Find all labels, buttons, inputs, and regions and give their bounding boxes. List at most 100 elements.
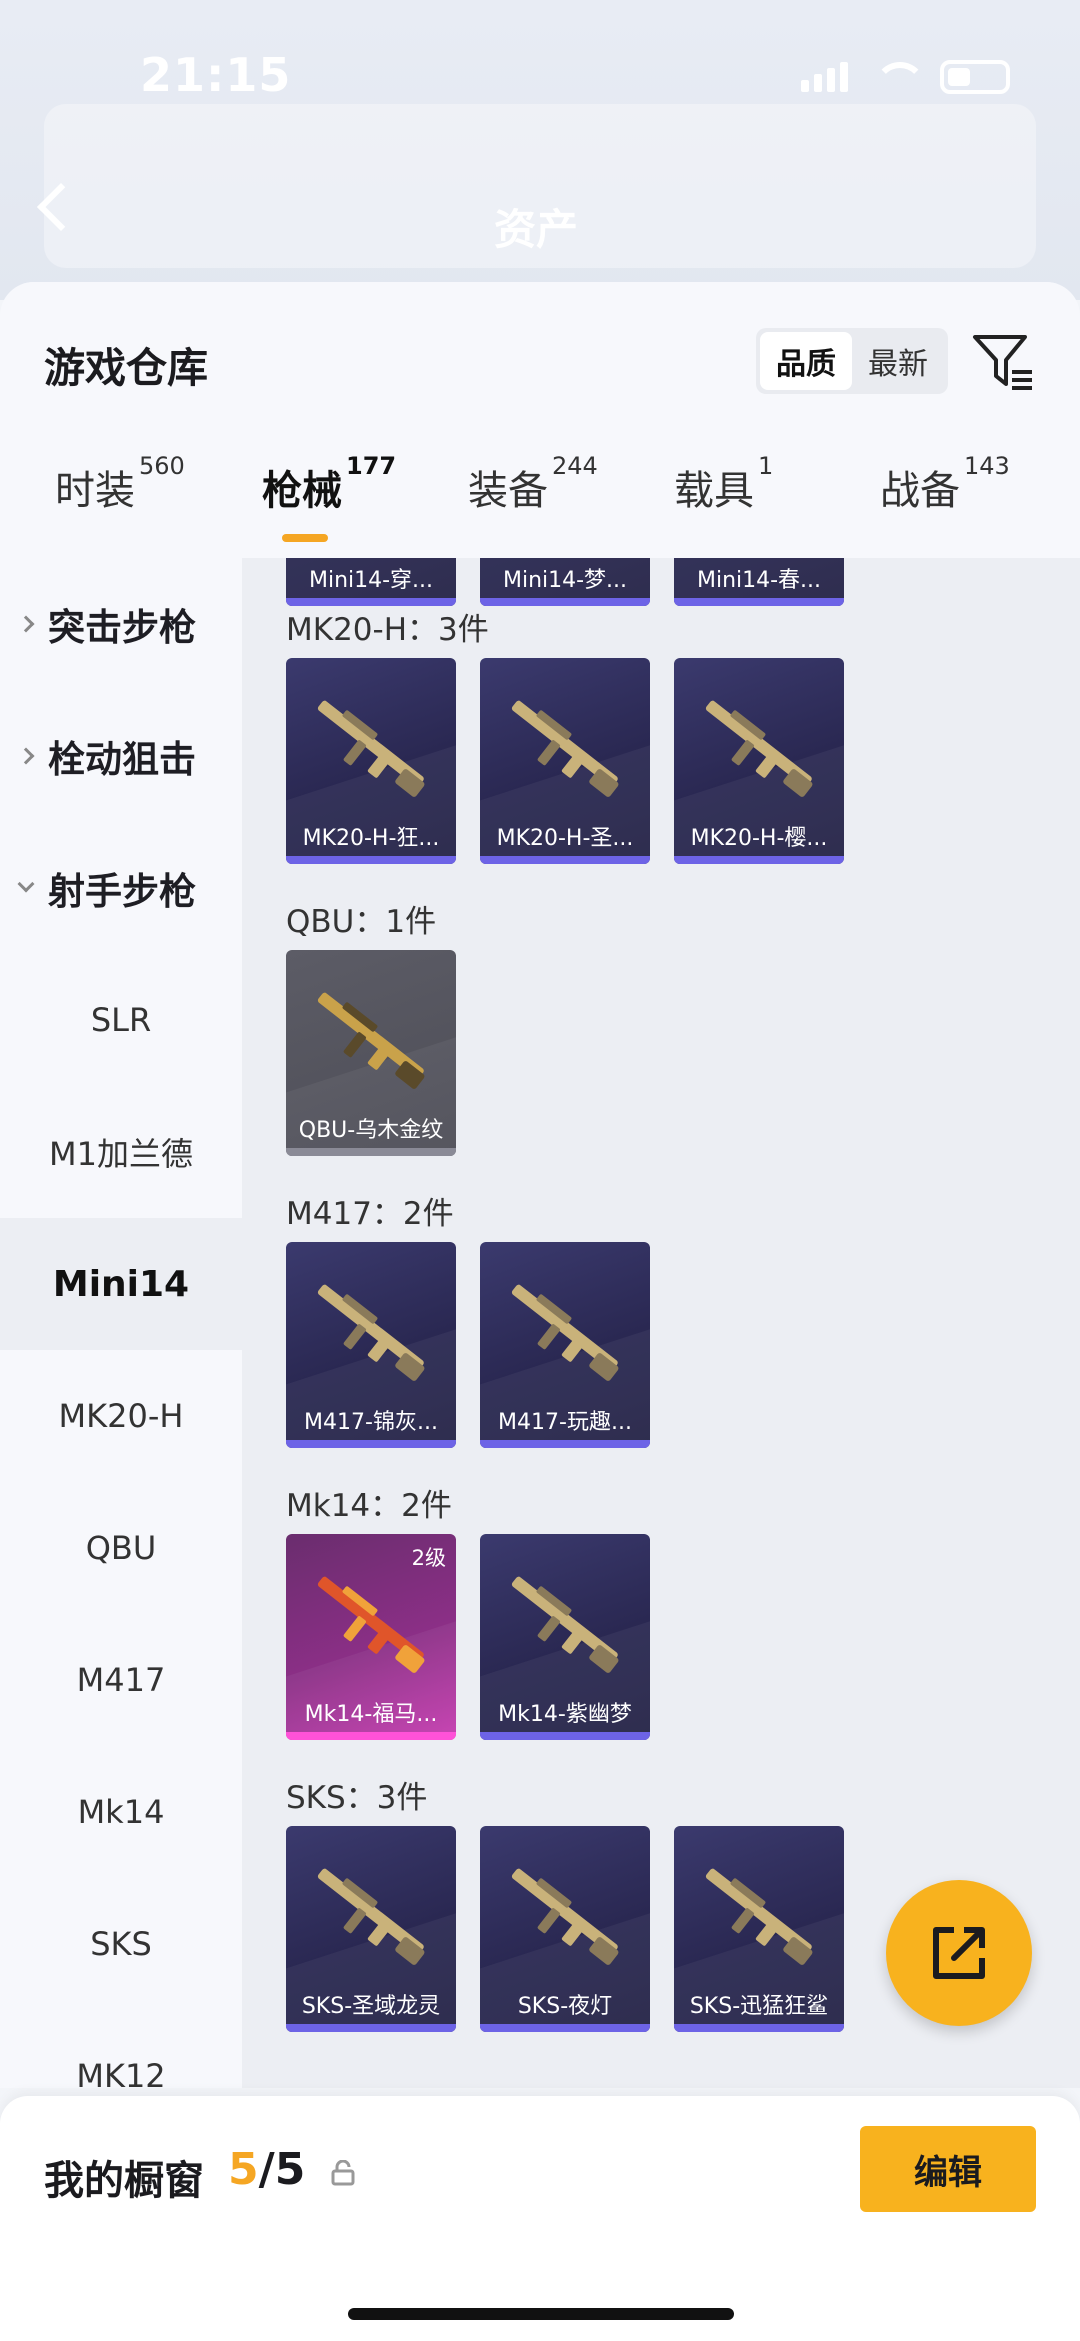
tab-combat-gear[interactable]: 战备143 <box>880 452 1010 516</box>
rarity-bar <box>286 856 456 864</box>
chevron-right-icon <box>17 747 35 765</box>
rifle-icon <box>511 1284 619 1381</box>
skin-name: MK20-H-狂... <box>302 826 440 851</box>
skin-name: Mini14-穿... <box>308 568 434 593</box>
rifle-icon <box>705 1868 813 1965</box>
skin-name: SKS-迅猛狂鲨 <box>689 1994 829 2019</box>
sidebar-group-bolt-snipers[interactable]: 栓动狙击 <box>0 690 242 822</box>
signal-icon <box>801 62 848 92</box>
tab-equipment[interactable]: 装备244 <box>468 452 598 516</box>
sidebar-item-slr[interactable]: SLR <box>0 954 242 1086</box>
category-tabs: 时装560 枪械177 装备244 载具1 战备143 <box>0 452 1080 558</box>
showcase-total: /5 <box>258 2144 306 2195</box>
rarity-bar <box>480 1732 650 1740</box>
sidebar-item-mini14[interactable]: Mini14 <box>0 1218 242 1350</box>
rarity-bar <box>674 598 844 606</box>
skin-tile[interactable]: MK20-H-圣... <box>480 658 650 864</box>
sidebar-item-m1-garand[interactable]: M1加兰德 <box>0 1086 242 1218</box>
weapon-skin-grid: Mini14-穿... Mini14-梦... Mini14-春... MK20… <box>242 558 1080 2088</box>
tab-count: 560 <box>139 452 185 480</box>
showcase-bar: 我的橱窗 5/5 编辑 <box>0 2096 1080 2341</box>
tab-label: 装备 <box>468 468 548 514</box>
rarity-bar <box>480 1440 650 1448</box>
sidebar-item-mk14[interactable]: Mk14 <box>0 1746 242 1878</box>
skin-tile[interactable]: MK20-H-樱... <box>674 658 844 864</box>
tab-label: 枪械 <box>262 468 342 514</box>
sidebar-group-label: 突击步枪 <box>48 606 196 649</box>
sidebar-item-m417[interactable]: M417 <box>0 1614 242 1746</box>
sort-option-quality[interactable]: 品质 <box>760 332 852 390</box>
filter-icon[interactable] <box>972 332 1034 392</box>
rarity-bar <box>480 856 650 864</box>
rarity-bar <box>286 1732 456 1740</box>
background-page-title: 资产 <box>494 205 579 254</box>
rifle-icon <box>317 1284 425 1381</box>
skin-tile[interactable]: Mini14-春... <box>674 558 844 606</box>
skin-tile[interactable]: SKS-迅猛狂鲨 <box>674 1826 844 2032</box>
active-tab-indicator <box>282 534 328 542</box>
section-title: MK20-H：3件 <box>286 612 489 648</box>
sidebar-group-marksman-rifles[interactable]: 射手步枪 <box>0 822 242 954</box>
tab-count: 177 <box>346 452 397 480</box>
wifi-icon <box>874 62 926 92</box>
rarity-bar <box>286 1440 456 1448</box>
rifle-icon <box>511 1868 619 1965</box>
share-button[interactable] <box>886 1880 1032 2026</box>
tab-vehicles[interactable]: 载具1 <box>674 452 773 516</box>
sidebar-group-label: 栓动狙击 <box>48 738 196 781</box>
status-icons <box>801 60 1010 94</box>
skin-tile[interactable]: SKS-夜灯 <box>480 1826 650 2032</box>
edit-button[interactable]: 编辑 <box>860 2126 1036 2212</box>
skin-tile[interactable]: Mini14-穿... <box>286 558 456 606</box>
skin-level-badge: 2级 <box>411 1546 446 1570</box>
background-page: 21:15 资产 <box>0 0 1080 300</box>
showcase-current: 5 <box>228 2144 259 2195</box>
tab-label: 战备 <box>880 468 960 514</box>
tab-count: 143 <box>964 452 1010 480</box>
rarity-bar <box>674 856 844 864</box>
rarity-bar <box>480 598 650 606</box>
chevron-right-icon <box>17 615 35 633</box>
skin-name: Mk14-紫幽梦 <box>498 1702 632 1727</box>
skin-tile[interactable]: M417-锦灰... <box>286 1242 456 1448</box>
skin-tile[interactable]: SKS-圣域龙灵 <box>286 1826 456 2032</box>
rifle-icon <box>317 992 425 1089</box>
skin-name: MK20-H-圣... <box>496 826 634 851</box>
section-title: Mk14：2件 <box>286 1488 452 1524</box>
rarity-bar <box>674 2024 844 2032</box>
rifle-icon <box>511 700 619 797</box>
rifle-icon <box>317 1576 425 1673</box>
skin-tile[interactable]: 2级 Mk14-福马... <box>286 1534 456 1740</box>
section-title: QBU：1件 <box>286 904 437 940</box>
chevron-down-icon <box>17 875 35 893</box>
skin-tile[interactable]: MK20-H-狂... <box>286 658 456 864</box>
section-title: M417：2件 <box>286 1196 454 1232</box>
tab-label: 时装 <box>55 468 135 514</box>
skin-name: M417-锦灰... <box>304 1410 438 1435</box>
tab-count: 244 <box>552 452 598 480</box>
rarity-bar <box>286 1148 456 1156</box>
battery-icon <box>940 60 1010 94</box>
skin-name: SKS-圣域龙灵 <box>301 1994 441 2019</box>
tab-firearms[interactable]: 枪械177 <box>262 452 396 516</box>
skin-tile[interactable]: Mini14-梦... <box>480 558 650 606</box>
sheet-header: 游戏仓库 品质 最新 时装560 枪械177 装备244 载具1 战备143 <box>0 282 1080 558</box>
rifle-icon <box>317 700 425 797</box>
tab-fashion[interactable]: 时装560 <box>55 452 185 516</box>
skin-name: SKS-夜灯 <box>517 1994 613 2019</box>
sort-option-newest[interactable]: 最新 <box>852 332 944 390</box>
skin-name: M417-玩趣... <box>498 1410 632 1435</box>
rarity-bar <box>286 2024 456 2032</box>
skin-name: MK20-H-樱... <box>690 826 828 851</box>
sort-toggle: 品质 最新 <box>756 328 948 394</box>
skin-tile[interactable]: QBU-乌木金纹 <box>286 950 456 1156</box>
tab-label: 载具 <box>674 468 754 514</box>
skin-tile[interactable]: Mk14-紫幽梦 <box>480 1534 650 1740</box>
home-indicator <box>348 2308 734 2320</box>
share-icon <box>933 1927 985 1979</box>
sidebar-item-qbu[interactable]: QBU <box>0 1482 242 1614</box>
skin-tile[interactable]: M417-玩趣... <box>480 1242 650 1448</box>
sidebar-item-sks[interactable]: SKS <box>0 1878 242 2010</box>
sidebar-item-mk20-h[interactable]: MK20-H <box>0 1350 242 1482</box>
sidebar-group-assault-rifles[interactable]: 突击步枪 <box>0 558 242 690</box>
